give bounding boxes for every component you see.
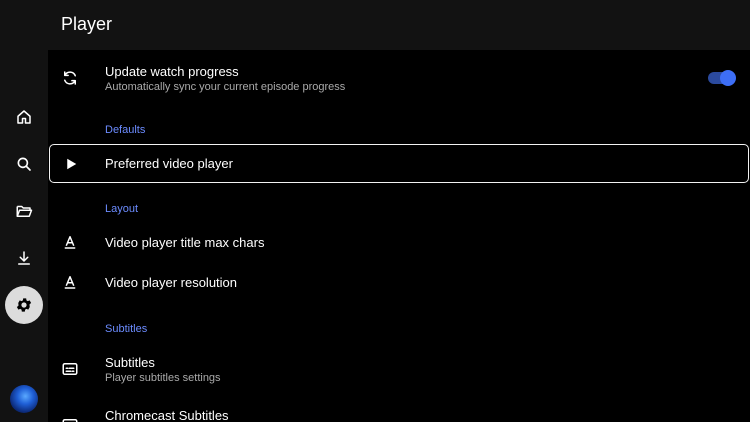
settings-list: Update watch progress Automatically sync…: [48, 50, 750, 422]
nav-home-button[interactable]: [5, 98, 43, 136]
play-icon: [61, 154, 81, 174]
page-title: Player: [61, 14, 113, 34]
folder-open-icon: [16, 205, 33, 217]
search-icon: [17, 157, 31, 171]
section-header-layout: Layout: [105, 203, 139, 215]
text-a-icon: [60, 232, 80, 252]
subtitles-icon: [60, 415, 80, 422]
setting-title: Video player title max chars: [105, 234, 265, 250]
gear-icon: [16, 298, 32, 312]
text-a-icon: [60, 272, 80, 292]
toggle-knob: [720, 70, 736, 86]
avatar[interactable]: [10, 385, 38, 413]
section-header-subtitles: Subtitles: [105, 323, 148, 335]
setting-title-max-chars[interactable]: Video player title max chars: [48, 223, 750, 261]
sync-icon: [60, 68, 80, 88]
setting-resolution[interactable]: Video player resolution: [48, 263, 750, 301]
setting-title: Subtitles: [105, 354, 155, 370]
section-header-defaults: Defaults: [105, 124, 146, 136]
setting-preferred-player[interactable]: Preferred video player: [49, 144, 749, 183]
nav-rail: [0, 0, 48, 422]
setting-title: Chromecast Subtitles: [105, 408, 229, 422]
home-icon: [17, 110, 31, 124]
setting-subtitles[interactable]: Subtitles Player subtitles settings: [48, 343, 750, 395]
nav-search-button[interactable]: [5, 145, 43, 183]
setting-watch-progress[interactable]: Update watch progress Automatically sync…: [48, 52, 750, 104]
nav-settings-button[interactable]: [5, 286, 43, 324]
setting-subtitle: Player subtitles settings: [105, 371, 221, 384]
setting-title: Preferred video player: [105, 156, 233, 171]
download-icon: [18, 251, 30, 265]
setting-title: Update watch progress: [105, 63, 239, 79]
setting-title: Video player resolution: [105, 274, 238, 290]
watch-progress-toggle[interactable]: [708, 70, 736, 86]
nav-library-button[interactable]: [5, 192, 43, 230]
setting-subtitle: Automatically sync your current episode …: [105, 80, 346, 93]
subtitles-icon: [60, 359, 80, 379]
page-header: Player: [48, 0, 750, 50]
setting-chromecast-subtitles[interactable]: Chromecast Subtitles: [48, 402, 750, 422]
nav-downloads-button[interactable]: [5, 239, 43, 277]
